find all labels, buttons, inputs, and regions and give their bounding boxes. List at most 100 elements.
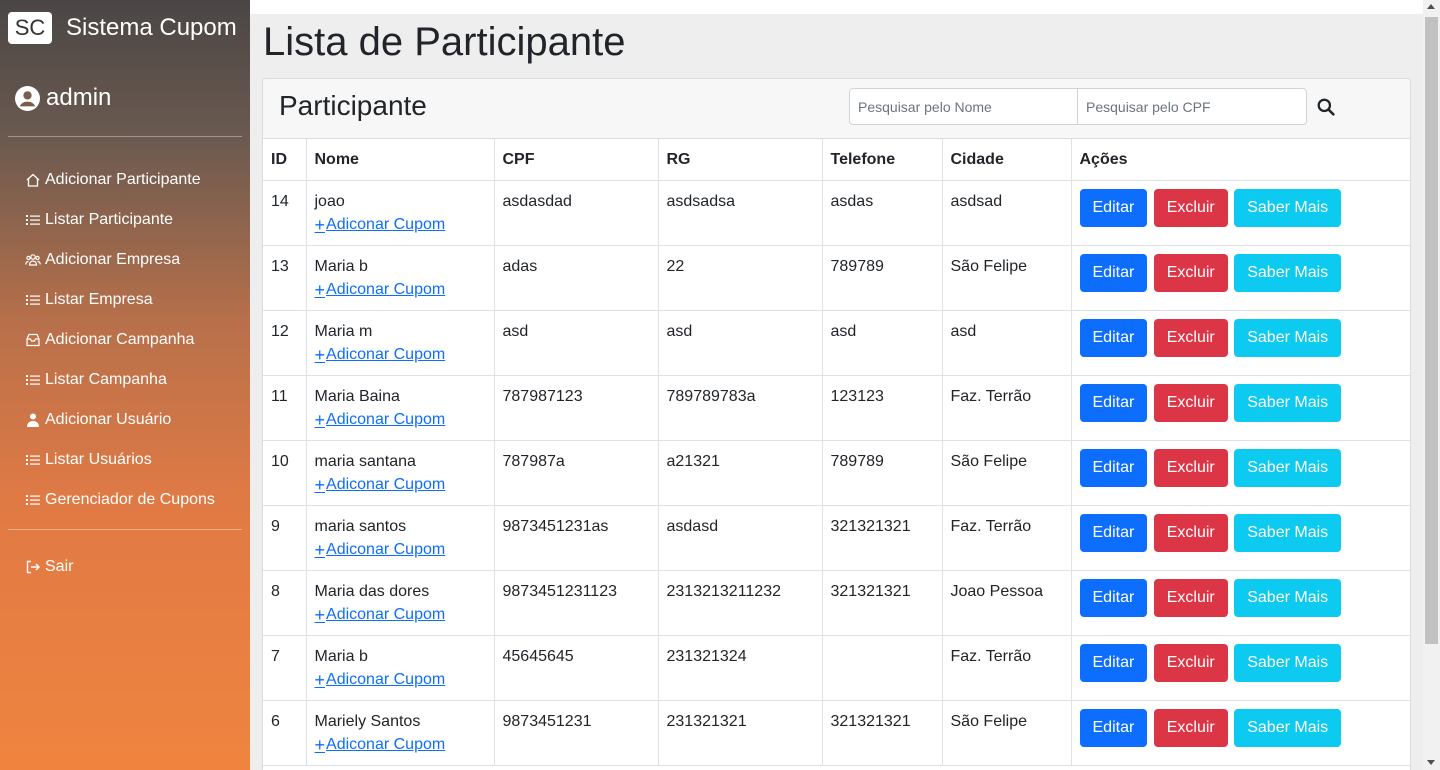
delete-button[interactable]: Excluir [1153,253,1228,292]
delete-button[interactable]: Excluir [1153,318,1228,357]
logout-link[interactable]: Sair [24,555,73,579]
cell-cpf: 9873451231123 [494,570,659,636]
more-info-button[interactable]: Saber Mais [1234,708,1342,747]
participants-table: ID Nome CPF RG Telefone Cidade Ações 14 j… [263,139,1410,766]
edit-button[interactable]: Editar [1079,318,1148,357]
add-coupon-link[interactable]: + Adiconar Cupom [315,411,446,429]
more-info-button[interactable]: Saber Mais [1234,513,1342,552]
edit-button[interactable]: Editar [1079,448,1148,487]
search-icon[interactable] [1317,98,1335,116]
cell-telefone: 321321321 [822,700,943,766]
cell-rg: 231321324 [658,635,823,701]
vertical-scrollbar[interactable] [1423,0,1440,770]
search-name-input[interactable] [849,88,1078,125]
delete-button[interactable]: Excluir [1153,708,1228,747]
cell-nome: Maria das dores + Adiconar Cupom [306,570,495,636]
edit-button[interactable]: Editar [1079,513,1148,552]
brand[interactable]: SC Sistema Cupom [8,12,237,44]
cell-id: 9 [263,505,307,571]
cell-nome: joao + Adiconar Cupom [306,180,495,246]
cell-cidade: Faz. Terrão [942,635,1072,701]
delete-button[interactable]: Excluir [1153,188,1228,227]
card-title: Participante [279,90,427,121]
delete-button[interactable]: Excluir [1153,578,1228,617]
add-coupon-link[interactable]: + Adiconar Cupom [315,541,446,559]
cell-id: 8 [263,570,307,636]
cell-nome: Mariely Santos + Adiconar Cupom [306,700,495,766]
table-header-row: ID Nome CPF RG Telefone Cidade Ações [263,139,1410,181]
nav-adicionar-empresa[interactable]: Adicionar Empresa [24,240,215,280]
nav-listar-campanha[interactable]: Listar Campanha [24,360,215,400]
more-info-button[interactable]: Saber Mais [1234,188,1342,227]
more-info-button[interactable]: Saber Mais [1234,383,1342,422]
cell-cidade: São Felipe [942,700,1072,766]
column-header-acoes: Ações [1071,139,1410,181]
nav-label: Adicionar Participante [45,171,201,188]
more-info-button[interactable]: Saber Mais [1234,578,1342,617]
cell-rg: a21321 [658,440,823,506]
scroll-up-arrow-icon[interactable] [1427,4,1435,9]
sidebar: SC Sistema Cupom admin Adicionar Partici… [0,0,250,770]
table-row: 10 maria santana + Adiconar Cupom 787987a a21… [263,440,1410,506]
edit-button[interactable]: Editar [1079,643,1148,682]
add-coupon-link[interactable]: + Adiconar Cupom [315,281,446,299]
table-row: 6 Mariely Santos + Adiconar Cupom 9873451231… [263,700,1410,766]
more-info-button[interactable]: Saber Mais [1234,253,1342,292]
cell-acoes: Editar Excluir Saber Mais [1071,310,1410,376]
table-row: 7 Maria b + Adiconar Cupom 45645645 231321324… [263,635,1410,701]
scroll-thumb[interactable] [1425,17,1438,644]
delete-button[interactable]: Excluir [1153,643,1228,682]
cell-acoes: Editar Excluir Saber Mais [1071,700,1410,766]
cell-cpf: 9873451231 [494,700,659,766]
participants-card: Participante ID Nome CPF RG Telefone [262,78,1411,770]
logout-label: Sair [45,558,74,575]
cell-id: 13 [263,245,307,311]
edit-button[interactable]: Editar [1079,708,1148,747]
cell-telefone: 321321321 [822,570,943,636]
delete-button[interactable]: Excluir [1153,383,1228,422]
edit-button[interactable]: Editar [1079,578,1148,617]
nav-gerenciador-cupons[interactable]: Gerenciador de Cupons [24,480,215,520]
home-icon [26,173,40,187]
nav-label: Listar Campanha [45,371,167,388]
edit-button[interactable]: Editar [1079,383,1148,422]
add-coupon-link[interactable]: + Adiconar Cupom [315,216,446,234]
cell-nome: maria santana + Adiconar Cupom [306,440,495,506]
cell-acoes: Editar Excluir Saber Mais [1071,570,1410,636]
cell-rg: 789789783a [658,375,823,441]
cell-rg: asd [658,310,823,376]
add-coupon-link[interactable]: + Adiconar Cupom [315,606,446,624]
nav-listar-empresa[interactable]: Listar Empresa [24,280,215,320]
cell-cpf: asd [494,310,659,376]
scroll-down-arrow-icon[interactable] [1427,760,1435,765]
column-header-cidade: Cidade [942,139,1072,181]
edit-button[interactable]: Editar [1079,188,1148,227]
plus-icon: + [314,409,326,430]
add-coupon-label: Adiconar Cupom [326,280,446,298]
column-header-id: ID [263,139,307,181]
cell-nome: maria santos + Adiconar Cupom [306,505,495,571]
nav-adicionar-participante[interactable]: Adicionar Participante [24,160,215,200]
cell-cidade: asd [942,310,1072,376]
table-row: 11 Maria Baina + Adiconar Cupom 787987123 789… [263,375,1410,441]
user-circle-icon [15,85,40,111]
list-icon [26,455,40,465]
more-info-button[interactable]: Saber Mais [1234,448,1342,487]
participant-name: maria santos [314,517,407,535]
more-info-button[interactable]: Saber Mais [1234,318,1342,357]
add-coupon-link[interactable]: + Adiconar Cupom [315,671,446,689]
delete-button[interactable]: Excluir [1153,513,1228,552]
nav-listar-participante[interactable]: Listar Participante [24,200,215,240]
add-coupon-link[interactable]: + Adiconar Cupom [315,476,446,494]
add-coupon-link[interactable]: + Adiconar Cupom [315,736,446,754]
nav-listar-usuarios[interactable]: Listar Usuários [24,440,215,480]
delete-button[interactable]: Excluir [1153,448,1228,487]
more-info-button[interactable]: Saber Mais [1234,643,1342,682]
edit-button[interactable]: Editar [1079,253,1148,292]
search-cpf-input[interactable] [1078,88,1307,125]
nav-adicionar-campanha[interactable]: Adicionar Campanha [24,320,215,360]
table-row: 14 joao + Adiconar Cupom asdasdad asdsadsa asd… [263,180,1410,246]
user-profile[interactable]: admin [15,84,111,112]
add-coupon-link[interactable]: + Adiconar Cupom [315,346,446,364]
nav-adicionar-usuario[interactable]: Adicionar Usuário [24,400,215,440]
